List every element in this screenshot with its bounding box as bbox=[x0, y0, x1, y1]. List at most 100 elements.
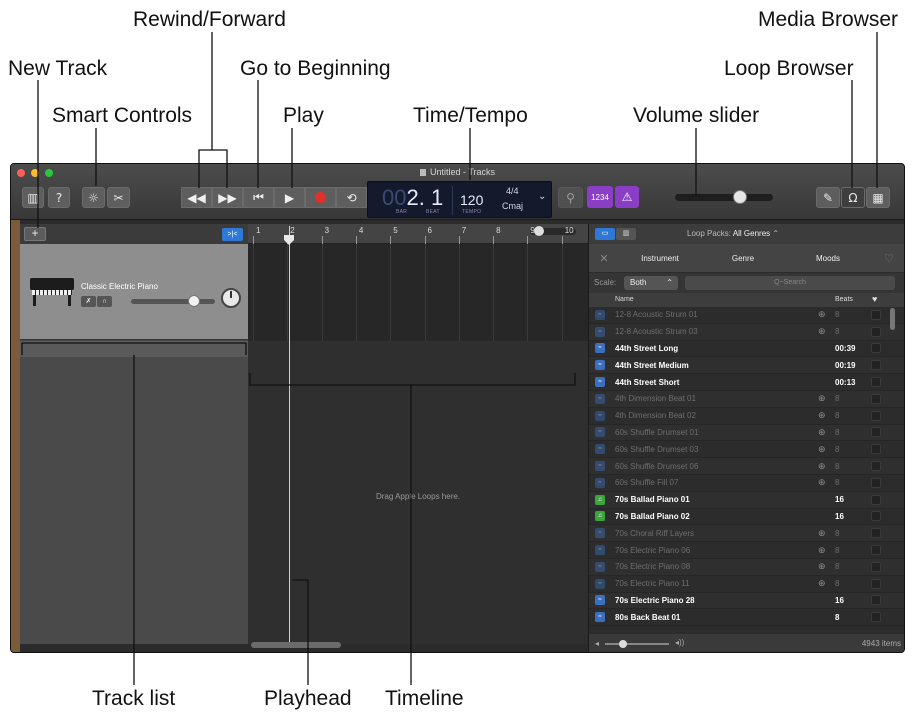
button-view-toggle[interactable]: ▭ bbox=[595, 228, 615, 240]
favorite-checkbox[interactable] bbox=[871, 595, 881, 606]
favorite-checkbox[interactable] bbox=[871, 511, 881, 522]
column-beats-header[interactable]: Beats bbox=[835, 296, 853, 303]
download-icon[interactable]: ⊕ bbox=[818, 477, 826, 488]
track-lane[interactable] bbox=[248, 244, 588, 341]
loop-row[interactable]: ≈4th Dimension Beat 01 ⊕ 8 bbox=[589, 390, 904, 408]
loop-row[interactable]: ≈44th Street Medium 00:19 bbox=[589, 357, 904, 375]
loop-row[interactable]: ≈60s Shuffle Drumset 06 ⊕ 8 bbox=[589, 458, 904, 475]
favorite-checkbox[interactable] bbox=[871, 360, 881, 371]
loop-row[interactable]: ≈70s Electric Piano 08 ⊕ 8 bbox=[589, 558, 904, 576]
download-icon[interactable]: ⊕ bbox=[818, 326, 826, 337]
play-button[interactable]: ▶ bbox=[274, 187, 305, 208]
favorite-checkbox[interactable] bbox=[871, 561, 881, 572]
loop-list-scrollbar[interactable] bbox=[890, 308, 895, 330]
track-volume-knob[interactable] bbox=[188, 295, 200, 307]
loop-row[interactable]: ≈44th Street Short 00:13 bbox=[589, 374, 904, 391]
download-icon[interactable]: ⊕ bbox=[818, 561, 826, 572]
favorite-checkbox[interactable] bbox=[871, 545, 881, 556]
pan-knob[interactable] bbox=[221, 288, 241, 308]
time-tempo-display[interactable]: 002. 1 BAR BEAT 120 TEMPO 4/4 Cmaj ⌄ bbox=[367, 181, 552, 218]
editors-button[interactable]: ✂ bbox=[107, 187, 130, 208]
loop-row[interactable]: ≈44th Street Long 00:39 bbox=[589, 341, 904, 358]
master-volume-slider[interactable] bbox=[675, 190, 773, 204]
lcd-menu-chevron-icon[interactable]: ⌄ bbox=[538, 191, 546, 202]
track-volume-slider[interactable] bbox=[131, 295, 215, 307]
download-icon[interactable]: ⊕ bbox=[818, 427, 826, 438]
download-icon[interactable]: ⊕ bbox=[818, 461, 826, 472]
rewind-button[interactable]: ◀◀ bbox=[181, 187, 212, 208]
tab-genre[interactable]: Genre bbox=[701, 244, 785, 272]
favorite-checkbox[interactable] bbox=[871, 578, 881, 589]
favorite-checkbox[interactable] bbox=[871, 326, 881, 337]
favorite-checkbox[interactable] bbox=[871, 427, 881, 438]
new-track-button[interactable]: + bbox=[24, 227, 46, 241]
download-icon[interactable]: ⊕ bbox=[818, 578, 826, 589]
loop-row[interactable]: ≈4th Dimension Beat 02 ⊕ 8 bbox=[589, 408, 904, 425]
mute-button[interactable]: ✗ bbox=[81, 296, 96, 307]
favorite-checkbox[interactable] bbox=[871, 343, 881, 354]
preview-volume-slider[interactable] bbox=[605, 640, 669, 648]
scale-select[interactable]: Both ⌃ bbox=[624, 276, 678, 290]
favorite-checkbox[interactable] bbox=[871, 309, 881, 320]
loop-row[interactable]: ≈60s Shuffle Drumset 03 ⊕ 8 bbox=[589, 441, 904, 459]
download-icon[interactable]: ⊕ bbox=[818, 410, 826, 421]
ruler[interactable]: 1 2 3 4 5 6 7 8 9 10 bbox=[248, 224, 588, 244]
track-header-row[interactable]: Classic Electric Piano ✗ ∩ bbox=[20, 244, 248, 340]
forward-button[interactable]: ▶▶ bbox=[212, 187, 243, 208]
loop-row[interactable]: ≈70s Choral Riff Layers ⊕ 8 bbox=[589, 525, 904, 543]
catch-playhead-button[interactable]: >|< bbox=[222, 228, 243, 241]
download-icon[interactable]: ⊕ bbox=[818, 545, 826, 556]
quick-help-button[interactable]: ? bbox=[48, 187, 70, 208]
loop-row[interactable]: ≈60s Shuffle Drumset 01 ⊕ 8 bbox=[589, 424, 904, 442]
cycle-button[interactable]: ⟲ bbox=[336, 187, 367, 208]
favorite-checkbox[interactable] bbox=[871, 461, 881, 472]
horizontal-scrollbar[interactable] bbox=[251, 642, 341, 648]
favorite-checkbox[interactable] bbox=[871, 477, 881, 488]
timeline[interactable]: Drag Apple Loops here. bbox=[248, 226, 588, 648]
go-to-beginning-button[interactable]: ⏮ bbox=[243, 187, 274, 208]
media-browser-button[interactable]: ▦ bbox=[866, 187, 890, 208]
loop-row[interactable]: ≈12-8 Acoustic Strum 03 ⊕ 8 bbox=[589, 323, 904, 341]
heart-column-icon[interactable]: ♥ bbox=[872, 294, 877, 304]
smart-controls-button[interactable]: ☼ bbox=[82, 187, 105, 208]
loop-row[interactable]: ≈60s Shuffle Fill 07 ⊕ 8 bbox=[589, 475, 904, 492]
favorite-checkbox[interactable] bbox=[871, 377, 881, 388]
loop-row[interactable]: ≈70s Electric Piano 06 ⊕ 8 bbox=[589, 542, 904, 559]
tuner-button[interactable]: ⚲ bbox=[558, 187, 583, 208]
metronome-button[interactable]: ⚠ bbox=[615, 186, 639, 208]
loop-browser-button[interactable]: Ω bbox=[841, 187, 865, 208]
loop-row[interactable]: ≈70s Electric Piano 28 16 bbox=[589, 592, 904, 610]
favorites-filter-button[interactable]: ♡ bbox=[871, 244, 904, 272]
tab-moods[interactable]: Moods bbox=[785, 244, 871, 272]
note-pad-button[interactable]: ✎ bbox=[816, 187, 840, 208]
tab-instrument[interactable]: Instrument bbox=[619, 244, 701, 272]
loop-row[interactable]: ♫ 70s Ballad Piano 01 16 bbox=[589, 491, 904, 509]
favorite-checkbox[interactable] bbox=[871, 444, 881, 455]
loop-packs-menu[interactable]: Loop Packs: All Genres ⌃ bbox=[687, 229, 779, 238]
clear-filter-button[interactable]: ✕ bbox=[589, 244, 619, 272]
favorite-checkbox[interactable] bbox=[871, 494, 881, 505]
loop-row[interactable]: ≈70s Electric Piano 11 ⊕ 8 bbox=[589, 576, 904, 593]
favorite-checkbox[interactable] bbox=[871, 410, 881, 421]
search-input[interactable]: Q~Search bbox=[685, 276, 895, 290]
preview-volume-knob[interactable] bbox=[618, 640, 627, 648]
loop-row[interactable]: ≈80s Back Beat 01 8 bbox=[589, 609, 904, 627]
zoom-knob[interactable] bbox=[534, 226, 544, 236]
record-button[interactable] bbox=[305, 187, 336, 208]
master-volume-knob[interactable] bbox=[732, 190, 747, 204]
favorite-checkbox[interactable] bbox=[871, 393, 881, 404]
playhead-line[interactable] bbox=[289, 226, 290, 644]
count-in-button[interactable]: 1234 bbox=[587, 186, 613, 208]
column-name-header[interactable]: Name bbox=[615, 296, 634, 303]
download-icon[interactable]: ⊕ bbox=[818, 528, 826, 539]
solo-button[interactable]: ∩ bbox=[97, 296, 112, 307]
track-name[interactable]: Classic Electric Piano bbox=[81, 282, 158, 291]
download-icon[interactable]: ⊕ bbox=[818, 393, 826, 404]
favorite-checkbox[interactable] bbox=[871, 612, 881, 623]
download-icon[interactable]: ⊕ bbox=[818, 309, 826, 320]
library-button[interactable]: ▥ bbox=[22, 187, 44, 208]
loop-row[interactable]: ≈12-8 Acoustic Strum 01 ⊕ 8 bbox=[589, 307, 904, 324]
download-icon[interactable]: ⊕ bbox=[818, 444, 826, 455]
column-view-toggle[interactable]: ▥ bbox=[616, 228, 636, 240]
loop-row[interactable]: ♫ 70s Ballad Piano 02 16 bbox=[589, 509, 904, 526]
